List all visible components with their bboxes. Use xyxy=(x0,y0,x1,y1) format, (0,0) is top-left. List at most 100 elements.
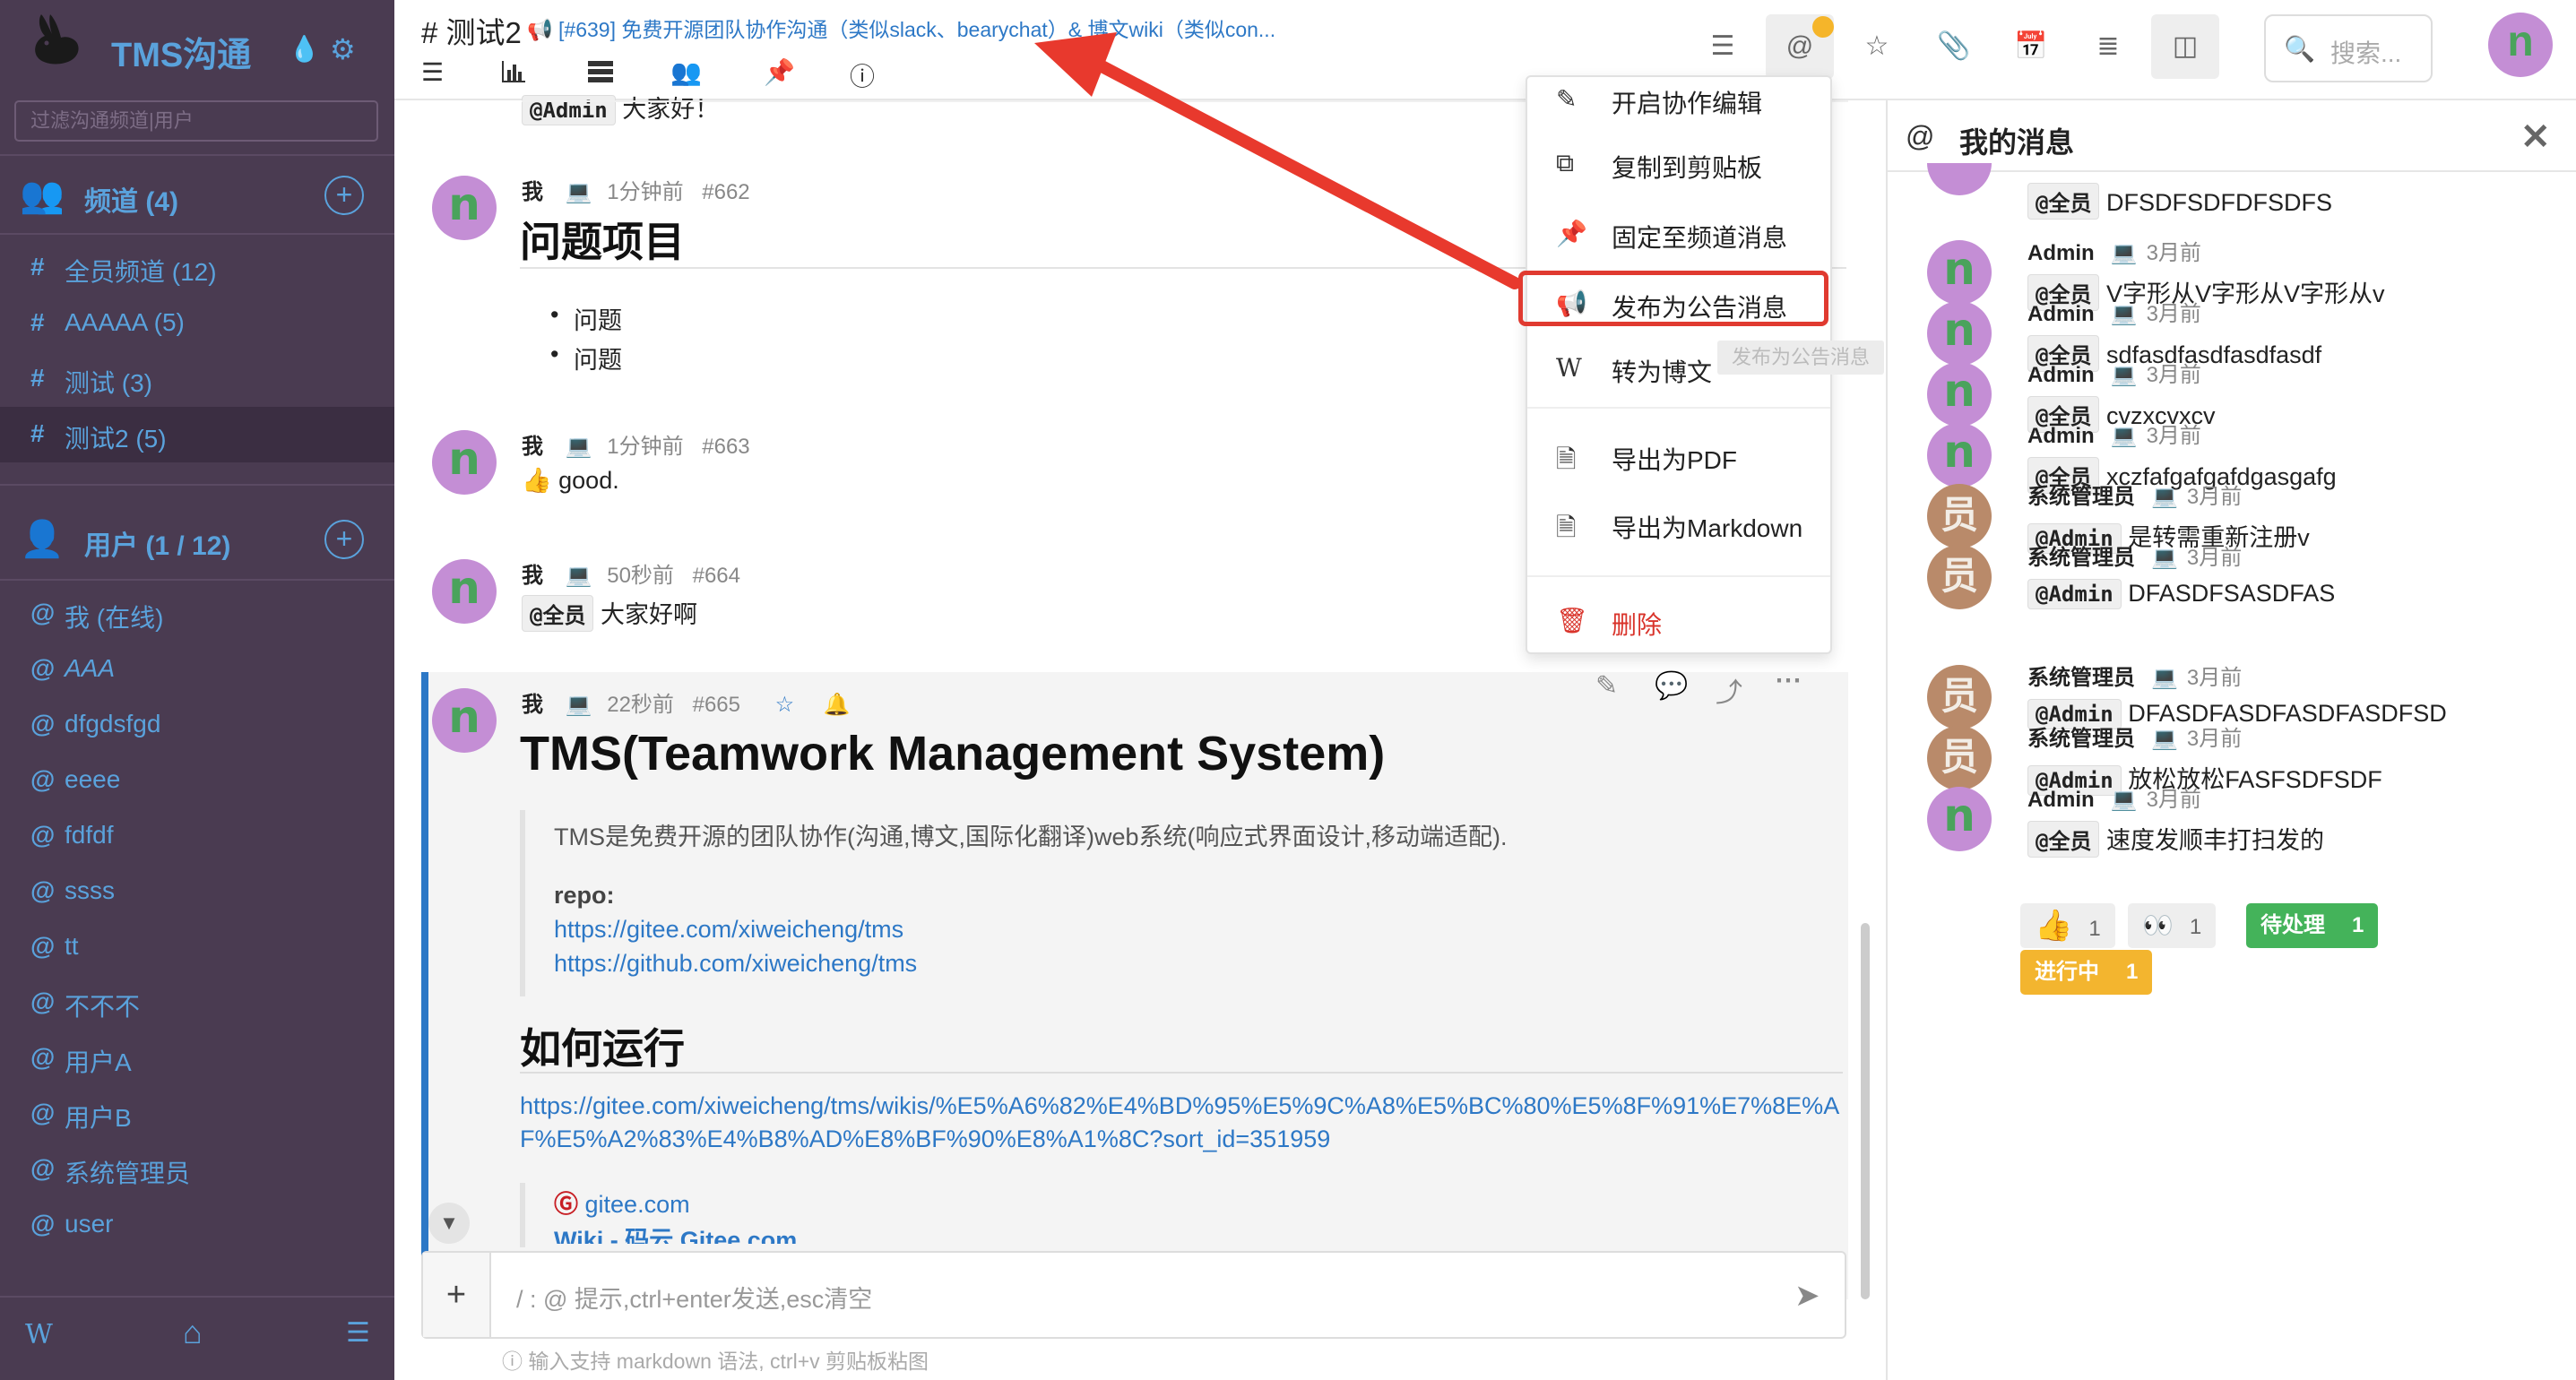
reaction-eyes[interactable]: 👀 1 xyxy=(2128,903,2217,948)
sidebar-user-item[interactable]: @ dfgdsfgd xyxy=(0,697,394,753)
message-author[interactable]: 我 xyxy=(522,180,543,204)
calendar-icon[interactable]: 📅 xyxy=(1997,14,2065,79)
message-author[interactable]: Admin xyxy=(2027,424,2095,448)
sidebar-user-item[interactable]: @ eeee xyxy=(0,753,394,808)
sidebar-channel-item-active[interactable]: # 测试2 (5) xyxy=(0,407,394,462)
channel-notice-link[interactable]: 📢 [#639] 免费开源团队协作沟通（类似slack、bearychat）& … xyxy=(527,13,1710,43)
highlight-box xyxy=(1518,271,1828,326)
message-composer[interactable]: + / : @ 提示,ctrl+enter发送,esc清空 ➤ xyxy=(421,1251,1846,1339)
star-icon[interactable]: ☆ xyxy=(1843,14,1911,79)
message-number[interactable]: #665 xyxy=(693,693,740,717)
sidebar-channel-item[interactable]: # 测试 (3) xyxy=(0,351,394,407)
message-author[interactable]: 系统管理员 xyxy=(2027,546,2135,570)
menu-item-collab-edit[interactable]: ✎ 开启协作编辑 xyxy=(1527,70,1830,127)
users-section-header[interactable]: 👤 用户 (1 / 12) + xyxy=(0,502,394,574)
message-author[interactable]: 系统管理员 xyxy=(2027,727,2135,751)
bell-icon[interactable]: 🔔 xyxy=(824,693,851,717)
card-site[interactable]: Ⓖ gitee.com xyxy=(554,1185,690,1220)
theme-drop-icon[interactable]: 💧 xyxy=(289,34,320,64)
reaction-thumbs-up[interactable]: 👍 1 xyxy=(2020,903,2115,948)
scrollbar[interactable] xyxy=(1861,923,1870,1299)
paperclip-icon[interactable]: 📎 xyxy=(1920,14,1988,79)
message-author[interactable]: 系统管理员 xyxy=(2027,666,2135,690)
rabbit-logo-icon[interactable] xyxy=(25,11,84,70)
settings-gears-icon[interactable]: ⚙ xyxy=(330,32,356,66)
message-time: 3月前 xyxy=(2146,302,2201,326)
message-number[interactable]: #662 xyxy=(702,180,749,204)
status-badge-in-progress[interactable]: 进行中 1 xyxy=(2020,950,2153,995)
more-icon[interactable]: ⋯ xyxy=(1775,665,1802,696)
message-author[interactable]: 我 xyxy=(522,564,543,588)
repo-link[interactable]: https://github.com/xiweicheng/tms xyxy=(554,950,917,978)
message-author[interactable]: Admin xyxy=(2027,363,2095,387)
avatar[interactable]: n xyxy=(432,688,497,753)
message-number[interactable]: #663 xyxy=(702,435,749,459)
server-icon[interactable] xyxy=(586,59,615,84)
sidebar-channel-item[interactable]: # 全员频道 (12) xyxy=(0,240,394,296)
pin-icon[interactable]: 📌 xyxy=(764,57,795,87)
comment-icon[interactable]: 💬 xyxy=(1655,670,1688,702)
menu-item-pin[interactable]: 📌 固定至频道消息 xyxy=(1527,204,1830,262)
card-title[interactable]: Wiki - 码云 Gitee.com xyxy=(554,1220,797,1244)
mention-item-text[interactable]: @全员 DFSDFSDFDFSDFS xyxy=(2027,183,2332,220)
menu-icon[interactable]: ☰ xyxy=(421,57,444,87)
avatar[interactable]: n xyxy=(432,430,497,495)
sidebar-user-item[interactable]: @ 不不不 xyxy=(0,975,394,1031)
message-author[interactable]: 我 xyxy=(522,435,543,459)
avatar[interactable]: 员 xyxy=(1927,545,1992,609)
message-author[interactable]: Admin xyxy=(2027,788,2095,812)
home-icon[interactable]: ⌂ xyxy=(183,1314,203,1351)
message-meta: Admin 💻 3月前 xyxy=(2027,235,2201,266)
run-link[interactable]: https://gitee.com/xiweicheng/tms/wikis/%… xyxy=(520,1090,1864,1156)
message-time: 1分钟前 xyxy=(607,435,684,459)
channels-section-header[interactable]: 👥 频道 (4) + xyxy=(0,158,394,229)
sidebar-user-item[interactable]: @ 系统管理员 xyxy=(0,1142,394,1197)
sidebar-user-item[interactable]: @ fdfdf xyxy=(0,808,394,864)
wiki-icon[interactable]: W xyxy=(25,1319,53,1350)
add-channel-button[interactable]: + xyxy=(324,176,364,215)
menu-item-export-md[interactable]: 🗎 导出为Markdown xyxy=(1527,495,1830,552)
message-meta: Admin 💻 3月前 xyxy=(2027,296,2201,327)
add-user-button[interactable]: + xyxy=(324,520,364,559)
avatar[interactable]: n xyxy=(432,176,497,240)
message-author[interactable]: 我 xyxy=(522,693,543,717)
sidebar-user-item[interactable]: @ tt xyxy=(0,919,394,975)
avatar[interactable]: n xyxy=(432,559,497,624)
users-icon[interactable]: 👥 xyxy=(670,57,702,87)
message-author[interactable]: Admin xyxy=(2027,302,2095,326)
share-icon[interactable]: ⤴ xyxy=(1716,670,1742,710)
channel-filter-input[interactable] xyxy=(14,100,378,142)
sidebar-user-item[interactable]: @ ssss xyxy=(0,864,394,919)
send-icon[interactable]: ➤ xyxy=(1794,1278,1820,1314)
columns-icon[interactable]: ◫ xyxy=(2151,14,2219,79)
search-box[interactable]: 🔍 搜索... xyxy=(2264,14,2433,82)
user-avatar[interactable]: n xyxy=(2488,13,2553,77)
sidebar-user-item[interactable]: @ user xyxy=(0,1197,394,1253)
menu-item-export-pdf[interactable]: 🗎 导出为PDF xyxy=(1527,427,1830,484)
add-attachment-button[interactable]: + xyxy=(423,1253,491,1337)
bar-chart-icon[interactable] xyxy=(500,59,527,84)
menu-item-copy[interactable]: ⧉ 复制到剪贴板 xyxy=(1527,134,1830,192)
sidebar-user-item[interactable]: @ 我 (在线) xyxy=(0,586,394,642)
sidebar-user-item[interactable]: @ 用户A xyxy=(0,1031,394,1086)
status-badge-pending[interactable]: 待处理 1 xyxy=(2246,903,2379,948)
menu-icon[interactable]: ☰ xyxy=(346,1317,370,1349)
mention-item[interactable]: 员 系统管理员 💻 3月前 @Admin DFASDFSASDFAS xyxy=(1888,536,2576,643)
close-icon[interactable]: ✕ xyxy=(2520,116,2551,158)
sidebar-channel-item[interactable]: # AAAAA (5) xyxy=(0,296,394,351)
mention-item[interactable]: n Admin 💻 3月前 @全员 速度发顺丰打扫发的 xyxy=(1888,778,2576,885)
filter-icon[interactable]: ▼ xyxy=(428,1203,470,1244)
info-icon[interactable]: ⓘ xyxy=(850,57,875,93)
list-alt-icon[interactable]: ≣ xyxy=(2074,14,2142,79)
menu-item-delete[interactable]: 🗑 删除 xyxy=(1527,591,1830,649)
avatar[interactable] xyxy=(1927,163,1992,195)
avatar[interactable]: n xyxy=(1927,787,1992,851)
repo-link[interactable]: https://gitee.com/xiweicheng/tms xyxy=(554,916,903,944)
edit-icon[interactable]: ✎ xyxy=(1595,670,1618,702)
message-author[interactable]: 系统管理员 xyxy=(2027,485,2135,509)
sidebar-user-item[interactable]: @ 用户B xyxy=(0,1086,394,1142)
sidebar-user-item[interactable]: @ AAA xyxy=(0,642,394,697)
message-author[interactable]: Admin xyxy=(2027,241,2095,265)
star-icon[interactable]: ☆ xyxy=(775,693,795,717)
message-number[interactable]: #664 xyxy=(693,564,740,588)
